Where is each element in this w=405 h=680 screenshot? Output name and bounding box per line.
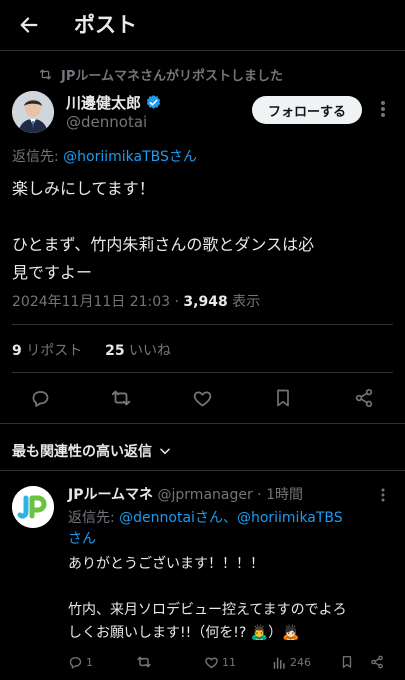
more-vertical-icon <box>381 101 385 117</box>
chevron-down-icon <box>160 448 170 455</box>
post-meta: 2024年11月11日 21:03 · 3,948 表示 <box>12 291 260 311</box>
avatar-photo <box>12 91 54 133</box>
bookmark-icon <box>342 656 352 668</box>
post-action-bar <box>0 380 405 416</box>
post-stats: 9 リポスト 25 いいね <box>12 340 171 360</box>
reply-body-line <box>68 576 398 599</box>
reply-views-button[interactable]: 246 <box>272 653 311 671</box>
share-icon <box>371 655 383 669</box>
reply-reply-count: 1 <box>86 655 93 669</box>
reposts-count: 9 <box>12 343 22 359</box>
reply-icon <box>32 390 48 407</box>
bookmark-icon <box>277 389 289 407</box>
sort-divider <box>0 470 405 471</box>
post-more-button[interactable] <box>372 98 394 120</box>
more-vertical-icon <box>381 488 385 502</box>
reposts-stat[interactable]: 9 リポスト <box>12 343 82 359</box>
reply-view-count: 246 <box>290 655 311 669</box>
repost-indicator[interactable]: JPルームマネさんがリポストしました <box>38 64 283 84</box>
bookmark-button[interactable] <box>271 386 295 410</box>
heart-icon <box>205 656 218 668</box>
page-title: ポスト <box>74 13 137 37</box>
repost-button[interactable] <box>109 386 133 410</box>
views-count: 3,948 <box>183 294 228 310</box>
reply-reply-to-handles[interactable]: @dennotaiさん、@horiimikaTBS <box>119 510 343 526</box>
verified-badge-icon <box>146 95 161 109</box>
author-name-row[interactable]: 川邊健太郎 <box>66 92 162 113</box>
author-name: 川邊健太郎 <box>66 94 142 112</box>
post-body-line <box>12 203 397 231</box>
reply-bookmark-button[interactable] <box>340 653 354 671</box>
arrow-left-icon <box>20 17 38 33</box>
replies-sort-dropdown[interactable]: 最も関連性の高い返信 <box>12 441 172 461</box>
views-bar-icon <box>273 656 285 669</box>
author-handle: @dennotai <box>66 113 148 131</box>
reply-reply-to-line: 返信先: @dennotaiさん、@horiimikaTBS さん <box>68 508 398 550</box>
repost-icon <box>111 390 131 406</box>
reposts-label: リポスト <box>21 343 83 359</box>
share-icon <box>355 389 373 408</box>
reply-action-bar: 1 11 246 <box>0 650 405 674</box>
reply-like-button[interactable]: 11 <box>204 653 236 671</box>
replies-sort-label: 最も関連性の高い返信 <box>12 444 152 460</box>
post-detail-screen: ポスト JPルームマネさんがリポストしました 川邊健太郎 @dennotai フ… <box>0 0 405 680</box>
reply-avatar[interactable] <box>12 486 54 528</box>
reply-to-line: 返信先: @horiimikaTBSさん <box>12 146 197 166</box>
reply-reply-to-handles-cont[interactable]: さん <box>68 531 96 547</box>
reply-body-line: ありがとうございます！！！！ <box>68 556 264 572</box>
reply-header: JPルームマネ @jprmanager · 1時間 <box>68 484 303 504</box>
stats-divider <box>12 372 393 373</box>
reply-author-handle: @jprmanager <box>157 487 253 503</box>
reply-author-name[interactable]: JPルームマネ <box>68 487 153 503</box>
repost-icon <box>39 69 52 79</box>
reply-separator: · <box>252 487 267 503</box>
jp-logo-icon <box>12 486 54 528</box>
like-button[interactable] <box>190 386 214 410</box>
likes-stat[interactable]: 25 いいね <box>105 343 171 359</box>
reply-to-prefix: 返信先: <box>12 149 64 165</box>
share-button[interactable] <box>352 386 376 410</box>
views-label: 表示 <box>227 294 261 310</box>
reply-reply-button[interactable]: 1 <box>68 653 93 671</box>
reply-body-line: しくお願いします!!（何を!? 🙇‍♂️）🙇🏻 <box>68 625 300 641</box>
reply-share-button[interactable] <box>370 653 384 671</box>
post-body-line: ひとまず、竹内朱莉さんの歌とダンスは必 <box>12 235 315 254</box>
reply-to-handle-link[interactable]: @horiimikaTBSさん <box>63 149 197 165</box>
reply-button[interactable] <box>28 386 52 410</box>
header-divider <box>0 50 405 51</box>
repost-indicator-text: JPルームマネさんがリポストしました <box>61 68 283 84</box>
heart-icon <box>193 391 211 406</box>
back-button[interactable] <box>14 10 44 40</box>
reply-body: ありがとうございます！！！！ 竹内、来月ソロデビュー控えてますのでよろ しくお願… <box>68 553 398 645</box>
post-body: 楽しみにしてます！ ひとまず、竹内朱莉さんの歌とダンスは必 見ですよー <box>12 175 397 287</box>
reply-reply-to-prefix: 返信先: <box>68 510 120 526</box>
post-body-line: 楽しみにしてます！ <box>12 179 155 198</box>
reply-more-button[interactable] <box>374 486 392 504</box>
reply-body-line: 竹内、来月ソロデビュー控えてますのでよろ <box>68 602 347 618</box>
post-timestamp[interactable]: 2024年11月11日 21:03 · <box>12 294 183 310</box>
meta-divider <box>12 324 393 325</box>
follow-button[interactable]: フォローする <box>252 96 362 124</box>
reply-like-count: 11 <box>222 655 236 669</box>
reply-repost-button[interactable] <box>136 653 155 671</box>
top-app-bar: ポスト <box>0 0 405 50</box>
reply-icon <box>69 656 82 668</box>
reply-time[interactable]: 1時間 <box>266 487 303 503</box>
likes-count: 25 <box>105 343 125 359</box>
author-avatar[interactable] <box>12 91 54 133</box>
post-body-line: 見ですよー <box>12 263 93 282</box>
repost-icon <box>137 656 151 668</box>
likes-label: いいね <box>124 343 172 359</box>
actions-divider <box>0 423 405 424</box>
